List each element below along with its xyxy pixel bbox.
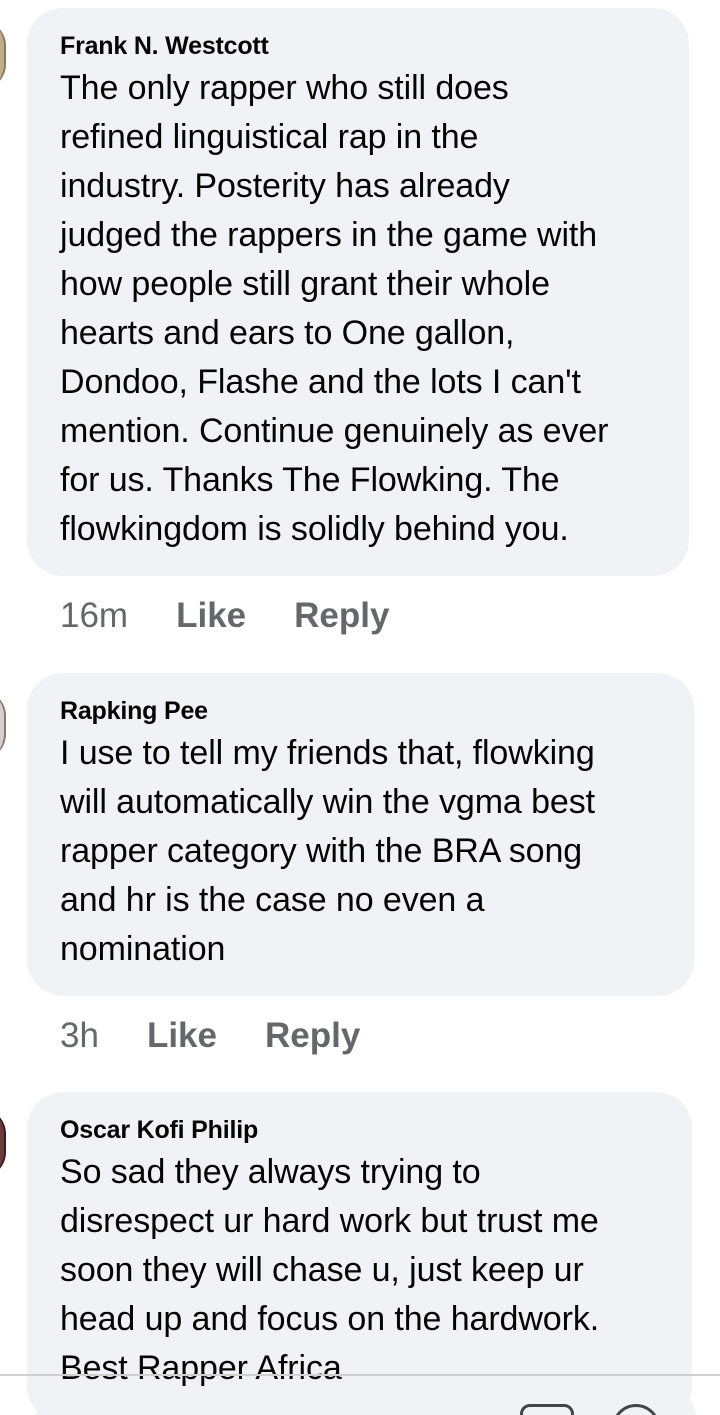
comment-composer[interactable] <box>36 1388 696 1415</box>
comment-author[interactable]: Frank N. Westcott <box>60 28 655 64</box>
comment-author[interactable]: Oscar Kofi Philip <box>60 1112 658 1148</box>
comment-bubble: Frank N. Westcott The only rapper who st… <box>27 8 689 576</box>
divider <box>0 1374 720 1376</box>
like-button[interactable]: Like <box>147 1016 217 1056</box>
comment-text: So sad they always trying to disrespect … <box>60 1153 600 1387</box>
avatar[interactable] <box>0 20 6 90</box>
comment-timestamp[interactable]: 16m <box>60 596 128 636</box>
comment-actions: 3h Like Reply <box>60 1016 360 1056</box>
avatar[interactable] <box>0 690 6 760</box>
sticker-icon[interactable] <box>520 1404 574 1415</box>
comment-bubble: Oscar Kofi Philip So sad they always try… <box>27 1092 692 1415</box>
reply-button[interactable]: Reply <box>265 1016 360 1056</box>
comment-author[interactable]: Rapking Pee <box>60 693 660 729</box>
comment-timestamp[interactable]: 3h <box>60 1016 99 1056</box>
comment-text: I use to tell my friends that, flowking … <box>60 734 595 968</box>
comment-bubble: Rapking Pee I use to tell my friends tha… <box>27 673 694 996</box>
emoji-icon[interactable] <box>612 1404 660 1415</box>
avatar[interactable] <box>0 1108 6 1178</box>
comment-actions: 16m Like Reply <box>60 596 389 636</box>
reply-button[interactable]: Reply <box>294 596 389 636</box>
comments-screen: Frank N. Westcott The only rapper who st… <box>0 0 720 1415</box>
comment-text: The only rapper who still does refined l… <box>60 69 609 548</box>
like-button[interactable]: Like <box>176 596 246 636</box>
